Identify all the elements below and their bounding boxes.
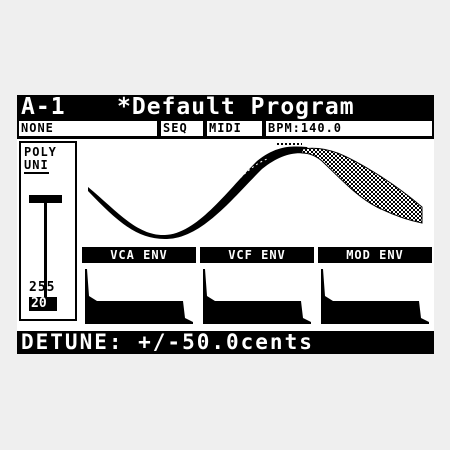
synth-display: A-1 *Default Program NONE SEQ MIDI BPM:1… — [17, 95, 434, 354]
program-name[interactable]: *Default Program — [117, 95, 355, 119]
slider-current-value: 20 — [29, 297, 57, 311]
mod-env-label: MOD ENV — [318, 247, 432, 263]
midi-indicator[interactable]: MIDI — [207, 121, 262, 136]
vcf-env-plot — [203, 269, 311, 324]
slider-max-value: 255 — [29, 280, 56, 295]
wave-band-solid — [88, 146, 313, 240]
slider-handle[interactable] — [29, 195, 62, 203]
program-id: A-1 — [21, 95, 66, 120]
parameter-bar: DETUNE: +/-50.0cents — [17, 331, 434, 354]
vca-env-label: VCA ENV — [82, 247, 196, 263]
vca-env-plot — [85, 269, 193, 324]
status-bar: NONE SEQ MIDI BPM:140.0 — [17, 119, 434, 139]
oscillator-waveform — [88, 143, 423, 240]
vcf-env-panel[interactable]: VCF ENV — [200, 247, 314, 327]
mod-env-plot — [321, 269, 429, 324]
title-bar: A-1 *Default Program — [17, 95, 434, 119]
voice-mode-panel[interactable]: POLY UNI 255 20 — [19, 141, 77, 321]
seq-indicator[interactable]: SEQ — [161, 121, 203, 136]
bpm-field[interactable]: BPM:140.0 — [266, 121, 432, 136]
mod-env-panel[interactable]: MOD ENV — [318, 247, 432, 327]
voice-mode-uni[interactable]: UNI — [24, 159, 49, 174]
group-field[interactable]: NONE — [19, 121, 157, 136]
wave-band-dithered — [301, 147, 423, 224]
vcf-env-label: VCF ENV — [200, 247, 314, 263]
vca-env-panel[interactable]: VCA ENV — [82, 247, 196, 327]
